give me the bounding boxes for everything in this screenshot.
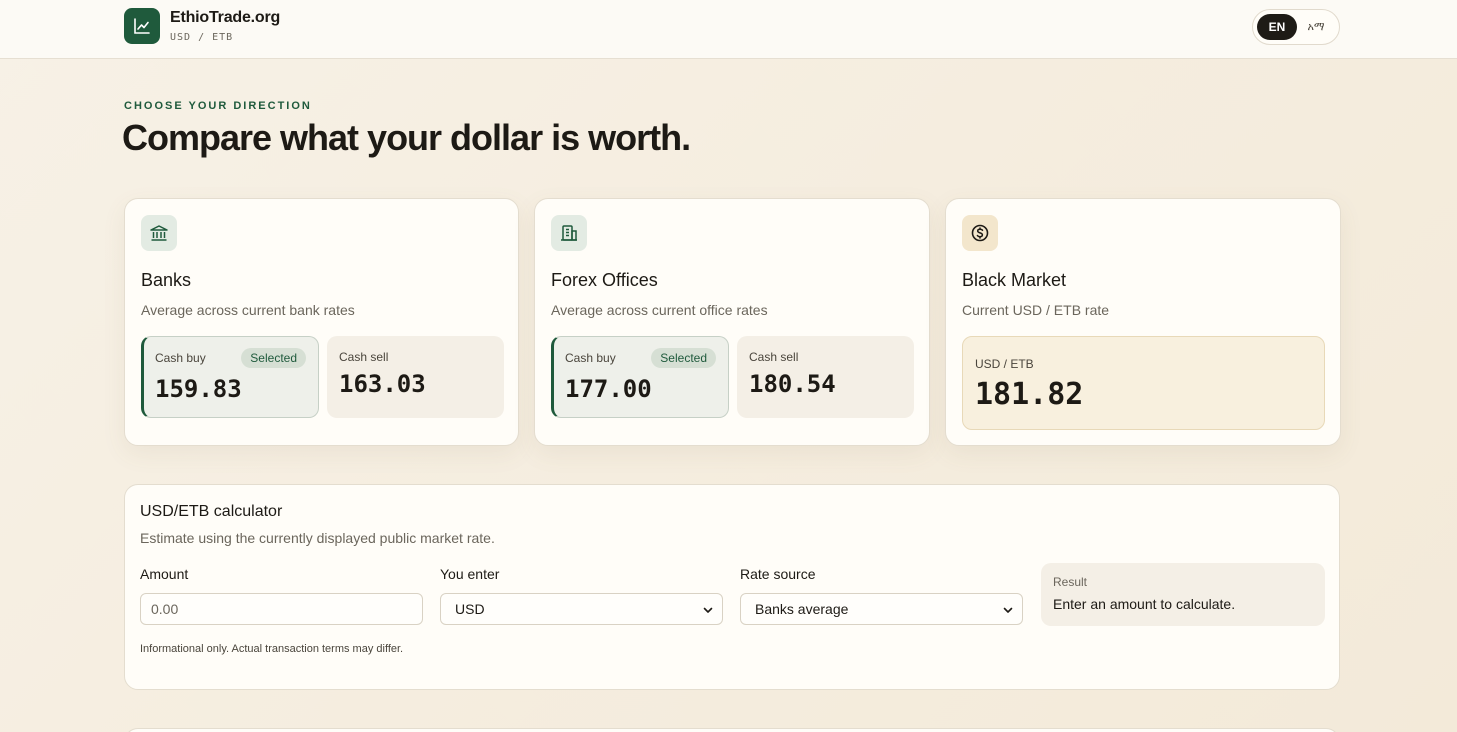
- rate-source-select[interactable]: Banks average: [740, 593, 1023, 625]
- cash-sell-option[interactable]: Cash sell 180.54: [737, 336, 914, 418]
- cash-buy-option[interactable]: Cash buy Selected 177.00: [551, 336, 729, 418]
- chevron-down-icon: [1003, 607, 1013, 613]
- card-title: Forex Offices: [551, 270, 658, 290]
- rate-label: Cash sell: [339, 350, 389, 364]
- next-section-edge: [124, 728, 1340, 732]
- chevron-down-icon: [703, 607, 713, 613]
- black-market-card[interactable]: Black Market Current USD / ETB rate USD …: [945, 198, 1341, 446]
- rate-label: USD / ETB: [975, 357, 1034, 371]
- chart-line-icon: [134, 18, 150, 34]
- rate-value: 177.00: [565, 375, 652, 403]
- card-subtitle: Current USD / ETB rate: [962, 302, 1110, 318]
- card-title: Banks: [141, 270, 192, 290]
- calculator-panel: USD/ETB calculator Estimate using the cu…: [124, 484, 1340, 690]
- black-market-rate-box: USD / ETB 181.82: [962, 336, 1325, 430]
- section-eyebrow: CHOOSE YOUR DIRECTION: [124, 100, 312, 112]
- selected-badge: Selected: [241, 348, 306, 368]
- rate-label: Cash buy: [565, 351, 616, 365]
- calculator-title: USD/ETB calculator: [140, 503, 283, 520]
- currency-label: You enter: [440, 566, 500, 582]
- amount-label: Amount: [140, 566, 189, 582]
- rate-value: 181.82: [975, 377, 1084, 412]
- result-label: Result: [1053, 575, 1088, 589]
- bank-icon: [141, 215, 177, 251]
- rate-value: 180.54: [749, 370, 836, 398]
- lang-en-button[interactable]: EN: [1257, 14, 1297, 40]
- cash-buy-option[interactable]: Cash buy Selected 159.83: [141, 336, 319, 418]
- language-toggle: EN አማ: [1252, 9, 1340, 45]
- rate-label: Cash buy: [155, 351, 206, 365]
- rate-source-select-value: Banks average: [755, 601, 849, 617]
- result-text: Enter an amount to calculate.: [1053, 596, 1236, 612]
- banks-card[interactable]: Banks Average across current bank rates …: [124, 198, 519, 446]
- rate-value: 163.03: [339, 370, 426, 398]
- building-icon: [551, 215, 587, 251]
- dollar-coin-icon: [962, 215, 998, 251]
- cash-sell-option[interactable]: Cash sell 163.03: [327, 336, 504, 418]
- rate-source-label: Rate source: [740, 566, 816, 582]
- top-header: EthioTrade.org USD / ETB EN አማ: [0, 0, 1457, 59]
- logo[interactable]: [124, 8, 160, 44]
- lang-am-button[interactable]: አማ: [1299, 14, 1333, 40]
- forex-offices-card[interactable]: Forex Offices Average across current off…: [534, 198, 930, 446]
- rate-label: Cash sell: [749, 350, 799, 364]
- card-subtitle: Average across current bank rates: [141, 302, 355, 318]
- calculator-subtitle: Estimate using the currently displayed p…: [140, 530, 495, 546]
- currency-select-value: USD: [455, 601, 485, 617]
- amount-input[interactable]: 0.00: [140, 593, 423, 625]
- card-subtitle: Average across current office rates: [551, 302, 768, 318]
- rate-value: 159.83: [155, 375, 242, 403]
- currency-select[interactable]: USD: [440, 593, 723, 625]
- result-box: Result Enter an amount to calculate.: [1041, 563, 1325, 626]
- card-title: Black Market: [962, 270, 1067, 290]
- disclaimer-note: Informational only. Actual transaction t…: [140, 643, 404, 655]
- brand-name[interactable]: EthioTrade.org: [170, 9, 280, 27]
- page-title: Compare what your dollar is worth.: [122, 117, 691, 158]
- selected-badge: Selected: [651, 348, 716, 368]
- brand-pair: USD / ETB: [170, 32, 234, 43]
